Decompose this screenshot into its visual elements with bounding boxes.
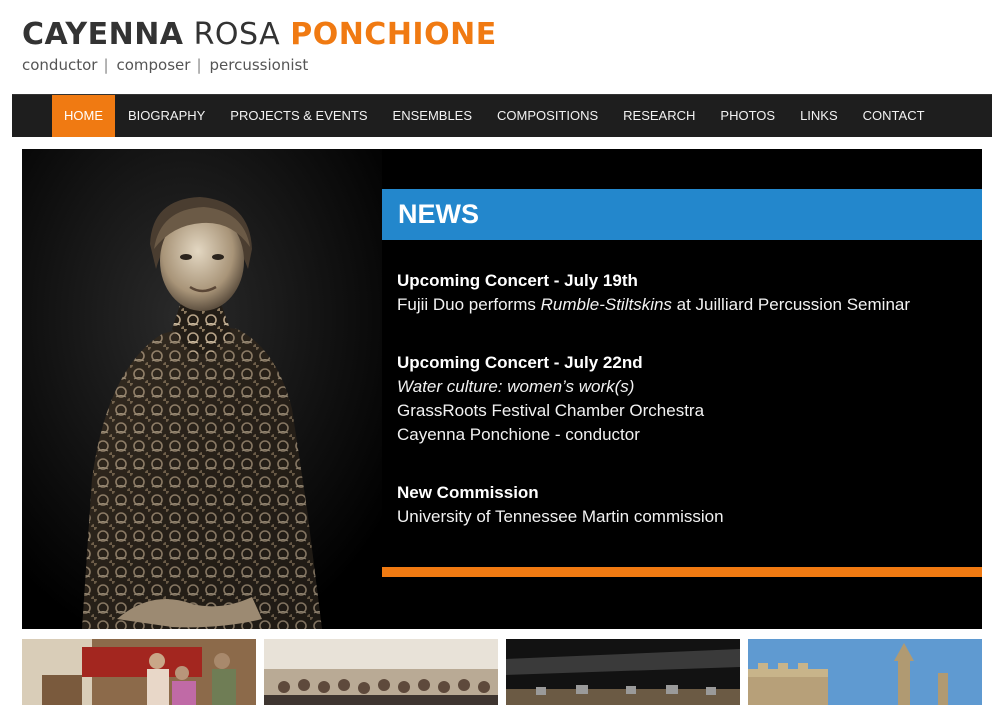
thumbnail-stage-photo[interactable] — [506, 639, 740, 705]
news-text: at Juilliard Percussion Seminar — [671, 295, 911, 314]
news-list: Upcoming Concert - July 19th Fujii Duo p… — [397, 269, 977, 563]
site-title[interactable]: CAYENNA ROSA PONCHIONE — [22, 16, 497, 54]
thumbnail-group-photo[interactable] — [264, 639, 498, 705]
news-accent-bar — [382, 567, 982, 577]
news-heading: NEWS — [398, 199, 479, 229]
nav-item-contact[interactable]: CONTACT — [851, 95, 937, 137]
title-first-name: CAYENNA — [22, 17, 184, 52]
title-last-name: PONCHIONE — [290, 17, 497, 52]
news-heading-bar: NEWS — [382, 189, 982, 240]
nav-item-biography[interactable]: BIOGRAPHY — [116, 95, 217, 137]
nav-item-research[interactable]: RESEARCH — [611, 95, 707, 137]
news-headline[interactable]: New Commission — [397, 481, 977, 505]
tagline-separator: | — [196, 56, 202, 74]
tagline-separator: | — [103, 56, 109, 74]
tagline-role: percussionist — [209, 56, 309, 74]
news-headline[interactable]: Upcoming Concert - July 22nd — [397, 351, 977, 375]
nav-item-compositions[interactable]: COMPOSITIONS — [485, 95, 610, 137]
news-headline[interactable]: Upcoming Concert - July 19th — [397, 269, 977, 293]
tagline-role: conductor — [22, 56, 98, 74]
news-line: Cayenna Ponchione - conductor — [397, 425, 640, 444]
news-text: Fujii Duo performs — [397, 295, 541, 314]
photo-thumbnails — [22, 639, 982, 705]
news-item: Upcoming Concert - July 22nd Water cultu… — [397, 351, 977, 447]
thumbnail-building-photo[interactable] — [748, 639, 982, 705]
title-middle-name: ROSA — [193, 17, 281, 52]
tagline: conductor | composer | percussionist — [22, 56, 497, 74]
news-line: Fujii Duo performs Rumble-Stiltskins at … — [397, 293, 977, 317]
nav-item-links[interactable]: LINKS — [788, 95, 850, 137]
hero-slide: NEWS Upcoming Concert - July 19th Fujii … — [22, 149, 982, 629]
nav-item-ensembles[interactable]: ENSEMBLES — [381, 95, 484, 137]
nav-item-projects-events[interactable]: PROJECTS & EVENTS — [218, 95, 379, 137]
news-work-title: Rumble-Stiltskins — [540, 295, 672, 314]
news-work-title: Water culture: women’s work(s) — [397, 377, 635, 396]
news-line: Water culture: women’s work(s) — [397, 375, 977, 399]
news-line: GrassRoots Festival Chamber Orchestra — [397, 401, 705, 420]
nav-item-photos[interactable]: PHOTOS — [708, 95, 787, 137]
main-nav: HOME BIOGRAPHY PROJECTS & EVENTS ENSEMBL… — [12, 94, 992, 137]
site-header: CAYENNA ROSA PONCHIONE conductor | compose… — [22, 16, 497, 74]
portrait-photo — [22, 149, 382, 629]
tagline-role: composer — [116, 56, 191, 74]
news-item: New Commission University of Tennessee M… — [397, 481, 977, 529]
news-line: University of Tennessee Martin commissio… — [397, 507, 724, 526]
news-item: Upcoming Concert - July 19th Fujii Duo p… — [397, 269, 977, 317]
nav-item-home[interactable]: HOME — [52, 95, 115, 137]
thumbnail-rehearsal-photo[interactable] — [22, 639, 256, 705]
